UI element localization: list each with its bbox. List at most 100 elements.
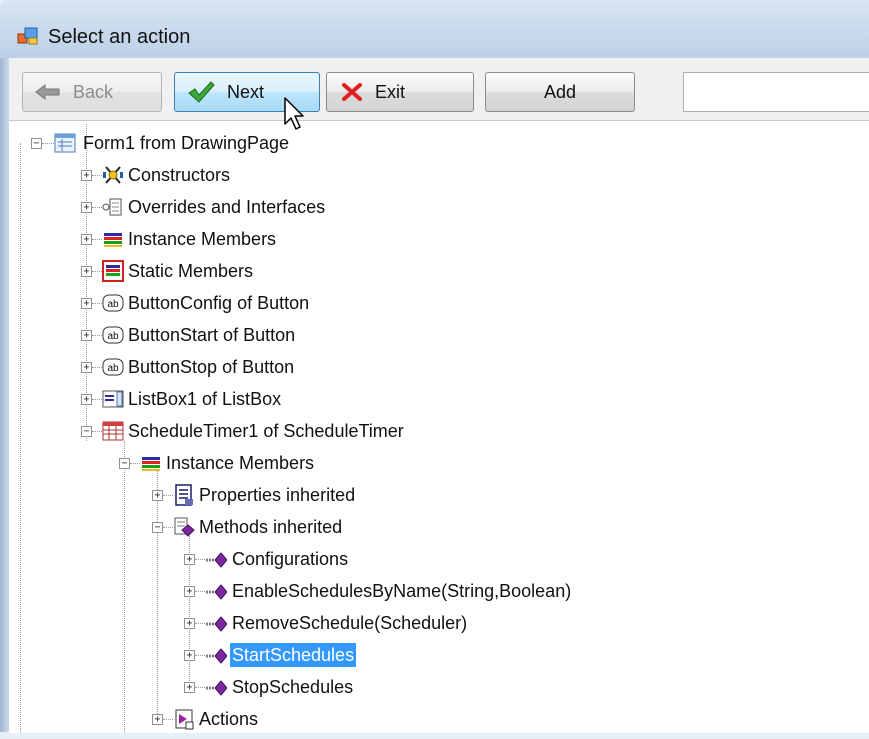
tree-node[interactable]: + Overrides and Interfaces — [9, 195, 869, 227]
tree-connector-line — [163, 527, 173, 528]
tree-node-label[interactable]: Overrides and Interfaces — [126, 195, 327, 219]
tree-connector-line — [92, 399, 102, 400]
actions-icon — [175, 709, 194, 730]
expand-toggle[interactable]: + — [81, 170, 92, 181]
expand-toggle[interactable]: + — [184, 650, 195, 661]
calendar-icon — [102, 421, 124, 441]
tree-node[interactable]: − Instance Members — [9, 451, 869, 483]
collapse-toggle[interactable]: − — [31, 138, 42, 149]
tree-node-label[interactable]: Properties inherited — [197, 483, 357, 507]
expand-toggle[interactable]: + — [184, 554, 195, 565]
expand-toggle[interactable]: + — [81, 362, 92, 373]
tree-connector-line — [195, 687, 205, 688]
tree-connector-line — [92, 271, 102, 272]
tree-node[interactable]: + ab ButtonStart of Button — [9, 323, 869, 355]
tree-node-label[interactable]: StopSchedules — [230, 675, 355, 699]
tree-node[interactable]: + ListBox1 of ListBox — [9, 387, 869, 419]
add-button-label: Add — [543, 81, 577, 102]
tree-connector-line — [92, 207, 102, 208]
tree-node[interactable]: + Instance Members — [9, 227, 869, 259]
tree-node[interactable]: + EnableSchedulesByName(String,Boolean) — [9, 579, 869, 611]
collapse-toggle[interactable]: − — [152, 522, 163, 533]
tree-node[interactable]: + ab ButtonConfig of Button — [9, 291, 869, 323]
tree-node[interactable]: + StopSchedules — [9, 675, 869, 707]
tree-connector-line — [163, 719, 173, 720]
members-icon — [104, 233, 122, 247]
tree-node[interactable]: + Configurations — [9, 547, 869, 579]
tree-node-label[interactable]: ButtonConfig of Button — [126, 291, 311, 315]
tree-node[interactable]: + Constructors — [9, 163, 869, 195]
tree-connector-line — [163, 495, 173, 496]
expand-toggle[interactable]: + — [81, 394, 92, 405]
static-members-icon — [102, 260, 124, 282]
listbox-icon — [102, 390, 124, 408]
checkmark-icon — [188, 81, 215, 103]
method-icon — [206, 648, 227, 664]
expand-toggle[interactable]: + — [184, 586, 195, 597]
tree-node-label[interactable]: Form1 from DrawingPage — [81, 131, 291, 155]
tree-node-label[interactable]: Static Members — [126, 259, 255, 283]
form-icon — [54, 133, 76, 153]
tree-node[interactable]: + Actions — [9, 707, 869, 739]
tree-node-label[interactable]: Constructors — [126, 163, 232, 187]
search-input[interactable] — [683, 72, 869, 112]
tree-node[interactable]: − Form1 from DrawingPage — [9, 131, 869, 163]
tree-node[interactable]: + Properties inherited — [9, 483, 869, 515]
collapse-toggle[interactable]: − — [119, 458, 130, 469]
tree-node-label[interactable]: ButtonStop of Button — [126, 355, 296, 379]
window-title: Select an action — [48, 26, 191, 48]
tree-node-label[interactable]: Instance Members — [126, 227, 278, 251]
tree-node[interactable]: + Static Members — [9, 259, 869, 291]
tree-node-label[interactable]: RemoveSchedule(Scheduler) — [230, 611, 469, 635]
tree-connector-line — [92, 303, 102, 304]
expand-toggle[interactable]: + — [81, 266, 92, 277]
tree-connector-line — [195, 623, 205, 624]
tree-node-label[interactable]: Configurations — [230, 547, 350, 571]
close-icon — [342, 83, 362, 101]
next-button-label: Next — [227, 81, 265, 102]
expand-toggle[interactable]: + — [184, 618, 195, 629]
add-button[interactable]: Add — [485, 72, 635, 112]
tree-node-label[interactable]: ButtonStart of Button — [126, 323, 297, 347]
tree-connector-line — [92, 175, 102, 176]
exit-button-label: Exit — [375, 81, 406, 102]
tree-node-label[interactable]: Actions — [197, 707, 260, 731]
action-tree[interactable]: − Form1 from DrawingPage + Constructors — [9, 120, 869, 733]
expand-toggle[interactable]: + — [81, 234, 92, 245]
expand-toggle[interactable]: + — [152, 714, 163, 725]
tree-node-label[interactable]: ListBox1 of ListBox — [126, 387, 283, 411]
app-icon — [17, 27, 38, 45]
collapse-toggle[interactable]: − — [81, 426, 92, 437]
window-frame — [0, 58, 9, 732]
back-button-label: Back — [73, 81, 114, 102]
expand-toggle[interactable]: + — [184, 682, 195, 693]
tree-node[interactable]: − ScheduleTimer1 of ScheduleTimer — [9, 419, 869, 451]
expand-toggle[interactable]: + — [81, 298, 92, 309]
tree-node-label[interactable]: EnableSchedulesByName(String,Boolean) — [230, 579, 573, 603]
tree-node-label[interactable]: Methods inherited — [197, 515, 344, 539]
tree-node-label[interactable]: Instance Members — [164, 451, 316, 475]
expand-toggle[interactable]: + — [81, 202, 92, 213]
members-icon — [142, 457, 160, 471]
tree-connector-line — [195, 591, 205, 592]
button-control-icon: ab — [102, 358, 124, 376]
method-icon — [206, 584, 227, 600]
tree-node-label[interactable]: StartSchedules — [230, 643, 357, 667]
tree-connector-line — [42, 143, 54, 144]
expand-toggle[interactable]: + — [152, 490, 163, 501]
tree-node-selected[interactable]: + StartSchedules — [9, 643, 869, 675]
title-bar[interactable]: Select an action — [0, 0, 869, 58]
tree-connector-line — [130, 463, 140, 464]
tree-connector-line — [92, 239, 102, 240]
button-control-icon: ab — [102, 326, 124, 344]
expand-toggle[interactable]: + — [81, 330, 92, 341]
back-button[interactable]: Back — [22, 72, 162, 112]
tree-connector-line — [195, 559, 205, 560]
tree-node[interactable]: + RemoveSchedule(Scheduler) — [9, 611, 869, 643]
svg-text:ab: ab — [107, 363, 119, 374]
tree-node[interactable]: − Methods inherited — [9, 515, 869, 547]
method-icon — [206, 680, 227, 696]
exit-button[interactable]: Exit — [326, 72, 474, 112]
tree-node[interactable]: + ab ButtonStop of Button — [9, 355, 869, 387]
tree-node-label[interactable]: ScheduleTimer1 of ScheduleTimer — [126, 419, 406, 443]
